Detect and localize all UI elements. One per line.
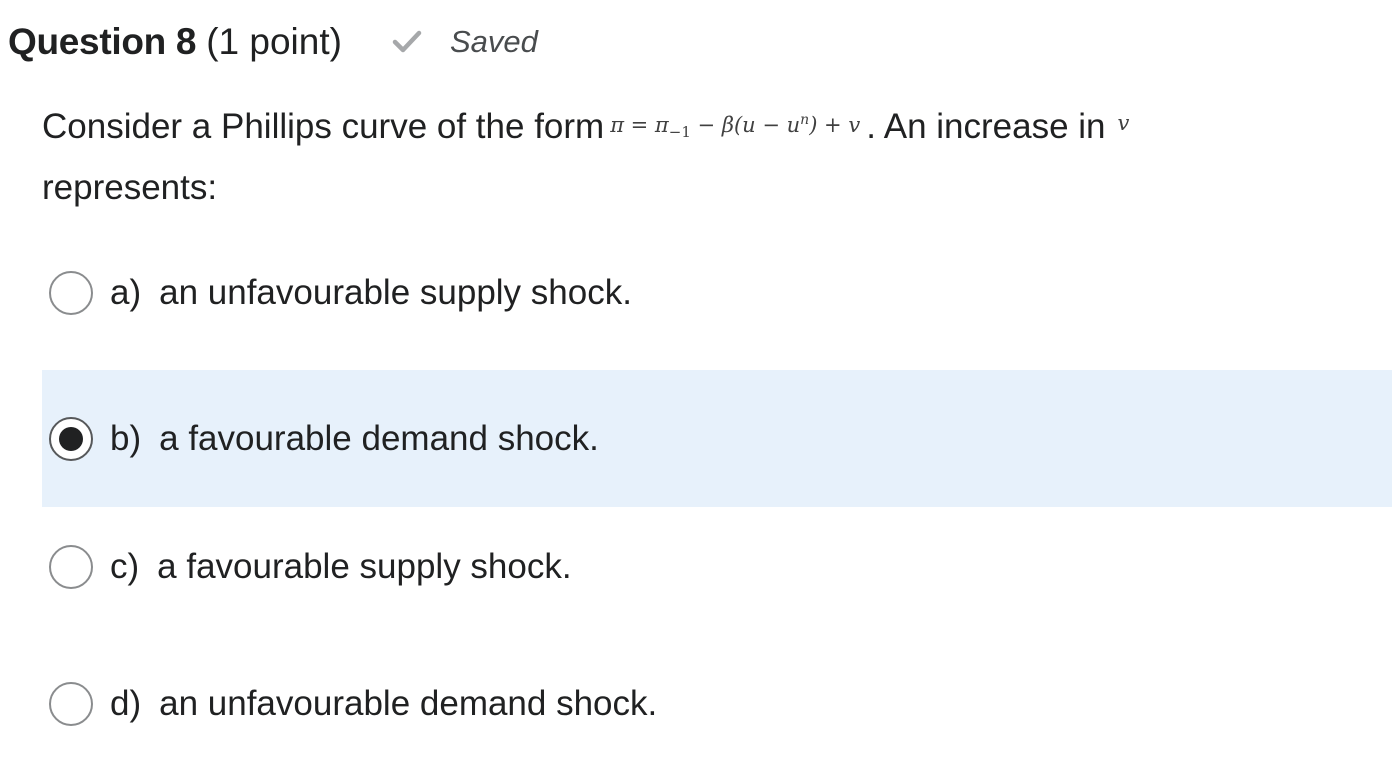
radio-button-b-selected[interactable] <box>49 416 93 461</box>
saved-status-text: Saved <box>449 24 538 59</box>
question-stem-line-1: Consider a Phillips curve of the form π =… <box>42 92 1362 160</box>
equation-middle: − β(u − u <box>690 113 801 137</box>
question-points: (1 point) <box>206 21 342 62</box>
radio-button-c[interactable] <box>49 544 93 589</box>
option-letter: b) <box>110 418 142 458</box>
stem-text-before: Consider a Phillips curve of the form <box>42 107 605 146</box>
phillips-curve-equation: π = π−1 − β(u − un) + v <box>610 112 861 141</box>
equation-superscript: n <box>800 112 810 128</box>
equation-lhs: π = π <box>610 113 669 137</box>
question-header: Question 8 (1 point) Saved <box>8 18 538 66</box>
question-stem: Consider a Phillips curve of the form π =… <box>42 92 1362 216</box>
option-letter: c) <box>110 546 140 586</box>
question-stem-line-2: represents: <box>42 168 218 208</box>
checkmark-icon <box>392 30 422 53</box>
equation-lhs-subscript: −1 <box>668 123 691 142</box>
stem-variable: v <box>1117 111 1130 135</box>
option-letter: a) <box>110 272 142 312</box>
option-text: a favourable demand shock. <box>159 418 599 458</box>
saved-status: Saved <box>392 24 538 60</box>
radio-button-a[interactable] <box>49 270 93 315</box>
option-text: a favourable supply shock. <box>157 546 572 586</box>
radio-selected-dot <box>59 426 83 451</box>
stem-text-after: . An increase in <box>866 107 1106 146</box>
option-letter: d) <box>110 683 142 723</box>
answer-option-a[interactable]: a) an unfavourable supply shock. <box>42 224 1392 361</box>
question-title: Question 8 <box>8 21 197 62</box>
equation-rhs: ) + v <box>809 113 861 137</box>
answer-option-d[interactable]: d) an unfavourable demand shock. <box>42 635 1392 772</box>
radio-button-d[interactable] <box>49 681 93 726</box>
option-text: an unfavourable supply shock. <box>159 272 632 312</box>
answer-option-c[interactable]: c) a favourable supply shock. <box>42 498 1392 635</box>
answer-option-b[interactable]: b) a favourable demand shock. <box>42 370 1392 507</box>
option-text: an unfavourable demand shock. <box>159 683 658 723</box>
